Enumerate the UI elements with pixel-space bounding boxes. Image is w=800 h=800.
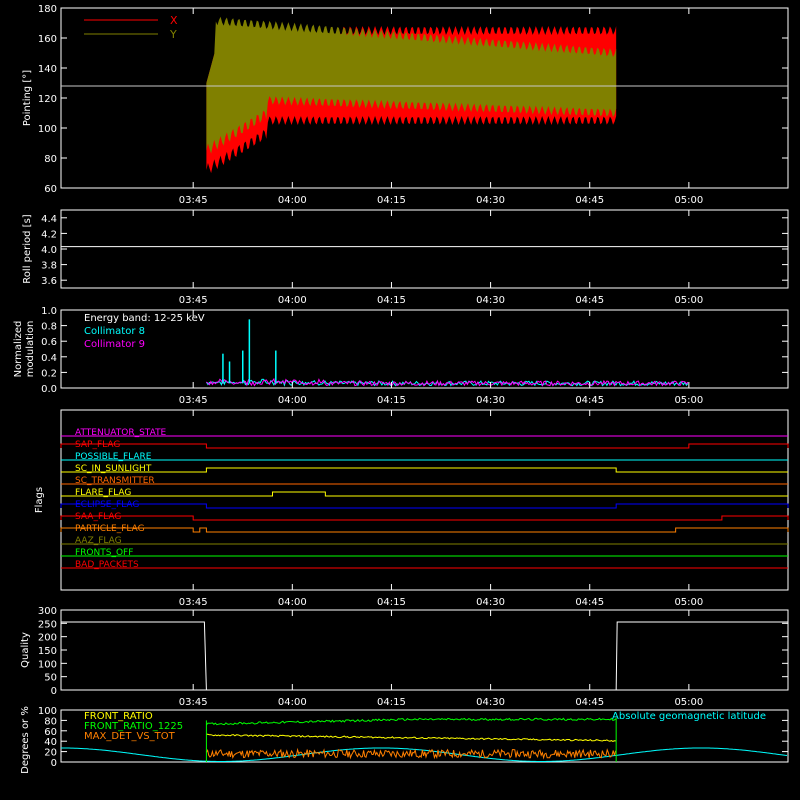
ratios-ylabel: Degrees or % <box>20 706 31 774</box>
x-tick-label: 04:15 <box>377 395 406 406</box>
x-tick-label: 04:30 <box>476 395 505 406</box>
y-tick-label: 3.8 <box>41 261 57 272</box>
y-tick-label: 40 <box>44 737 57 748</box>
flag-line-sc_in_sunlight <box>61 467 788 473</box>
modulation-ylabel-line2: modulation <box>25 321 36 378</box>
modulation-ylabel-line1: Normalized <box>13 321 24 378</box>
x-tick-label: 04:15 <box>377 295 406 306</box>
flag-label-eclipse_flag: ECLIPSE_FLAG <box>75 500 139 510</box>
roll-frame <box>60 209 789 289</box>
y-tick-label: 4.2 <box>41 229 57 240</box>
front-ratio-series <box>206 733 616 742</box>
y-tick-label: 180 <box>38 4 57 15</box>
panel-modulation: 0.0 0.2 0.4 0.6 0.8 1.0 03:45 04:00 04:15 04:30 0… <box>13 306 789 406</box>
x-tick-label: 03:45 <box>179 597 208 608</box>
legend-collimator-9: Collimator 9 <box>84 339 145 350</box>
x-tick-label: 04:15 <box>377 697 406 708</box>
x-tick-label: 04:30 <box>476 195 505 206</box>
y-tick-label: 3.6 <box>41 276 57 287</box>
quicklook-svg: 6080100120140160180 03:45 04:00 04:15 04:30… <box>13 4 789 774</box>
pointing-ylabel: Pointing [°] <box>22 70 33 126</box>
y-tick-label: 0.2 <box>41 368 57 379</box>
y-tick-label: 4.4 <box>41 214 57 225</box>
quicklook-figure: 60 80 100 120 140 160 180 03:45 04:00 04:15 04:30… <box>0 0 800 800</box>
panel-flags: ATTENUATOR_STATESAP_FLAGPOSSIBLE_FLARESC… <box>34 409 789 608</box>
y-tick-label: 50 <box>44 673 57 684</box>
x-tick-label: 04:00 <box>278 195 307 206</box>
y-tick-label: 100 <box>38 124 57 135</box>
flag-line-particle_flag <box>60 527 789 533</box>
x-tick-label: 03:45 <box>179 697 208 708</box>
y-tick-label: 80 <box>44 154 57 165</box>
legend-label-x: X <box>170 14 178 27</box>
y-tick-label: 150 <box>38 646 57 657</box>
y-tick-label: 120 <box>38 94 57 105</box>
legend-collimator-8: Collimator 8 <box>84 326 145 337</box>
y-tick-label: 0 <box>51 758 57 769</box>
y-tick-label: 0.0 <box>41 384 57 395</box>
y-tick-label: 160 <box>38 34 57 45</box>
y-tick-label: 0.6 <box>41 337 57 348</box>
legend-max-det-vs-tot: MAX_DET_VS_TOT <box>84 731 176 742</box>
y-tick-label: 60 <box>44 184 57 195</box>
flag-line-sap_flag <box>60 443 789 449</box>
flag-line-saa_flag <box>60 515 789 521</box>
x-tick-label: 03:45 <box>179 295 208 306</box>
x-tick-label: 04:30 <box>476 597 505 608</box>
y-tick-label: 100 <box>38 659 57 670</box>
x-tick-label: 05:00 <box>674 195 703 206</box>
y-tick-label: 20 <box>44 748 57 759</box>
legend-geomagnetic-latitude: Absolute geomagnetic latitude <box>612 711 766 722</box>
y-tick-label: 300 <box>38 606 57 617</box>
quality-line <box>61 621 788 691</box>
flags-ylabel: Flags <box>34 487 45 513</box>
x-tick-label: 03:45 <box>179 395 208 406</box>
max-det-vs-tot-series <box>205 747 617 760</box>
front-ratio-1225-series <box>206 717 617 726</box>
flag-line-flare_flag <box>61 491 788 497</box>
x-tick-label: 04:00 <box>278 697 307 708</box>
x-tick-label: 04:15 <box>377 597 406 608</box>
x-tick-label: 05:00 <box>674 295 703 306</box>
x-tick-label: 04:00 <box>278 395 307 406</box>
y-tick-label: 250 <box>38 619 57 630</box>
x-tick-label: 04:00 <box>278 295 307 306</box>
x-tick-label: 04:45 <box>575 295 604 306</box>
panel-roll-period: 3.6 3.8 4.0 4.2 4.4 03:45 04:00 04:15 04:30 04:4… <box>22 209 789 306</box>
x-tick-label: 04:45 <box>575 195 604 206</box>
x-tick-label: 05:00 <box>674 697 703 708</box>
panel-pointing: 60 80 100 120 140 160 180 03:45 04:00 04:15 04:30… <box>22 4 789 206</box>
flag-label-particle_flag: PARTICLE_FLAG <box>75 524 145 534</box>
y-tick-label: 100 <box>38 706 57 717</box>
x-tick-label: 04:45 <box>575 697 604 708</box>
x-tick-label: 05:00 <box>674 395 703 406</box>
panel-ratios: 020406080100 FRONT_RATIO FRONT_RATIO_122… <box>20 706 789 774</box>
x-tick-label: 04:30 <box>476 295 505 306</box>
x-tick-label: 03:45 <box>179 195 208 206</box>
flags-frame <box>60 409 789 591</box>
y-tick-label: 4.0 <box>41 245 57 256</box>
y-tick-label: 200 <box>38 633 57 644</box>
flag-label-sap_flag: SAP_FLAG <box>75 440 120 450</box>
panel-quality: 0 50 100 150 200 250 300 03:45 04:00 04:15 04:30 0… <box>20 606 789 708</box>
x-tick-label: 04:45 <box>575 395 604 406</box>
x-tick-label: 04:30 <box>476 697 505 708</box>
energy-band-annotation: Energy band: 12-25 keV <box>84 313 205 324</box>
y-tick-label: 60 <box>44 727 57 738</box>
y-tick-label: 0.4 <box>41 353 57 364</box>
x-tick-label: 04:45 <box>575 597 604 608</box>
x-tick-label: 04:15 <box>377 195 406 206</box>
y-tick-label: 0.8 <box>41 322 57 333</box>
y-tick-label: 1.0 <box>41 306 57 317</box>
x-tick-label: 04:00 <box>278 597 307 608</box>
roll-ylabel: Roll period [s] <box>22 214 33 283</box>
legend-label-y: Y <box>169 28 177 41</box>
flag-label-saa_flag: SAA_FLAG <box>75 512 121 522</box>
y-tick-label: 140 <box>38 64 57 75</box>
y-tick-label: 0 <box>51 686 57 697</box>
x-tick-label: 05:00 <box>674 597 703 608</box>
flag-line-eclipse_flag <box>60 503 789 509</box>
y-tick-label: 80 <box>44 716 57 727</box>
quality-ylabel: Quality <box>20 632 31 668</box>
